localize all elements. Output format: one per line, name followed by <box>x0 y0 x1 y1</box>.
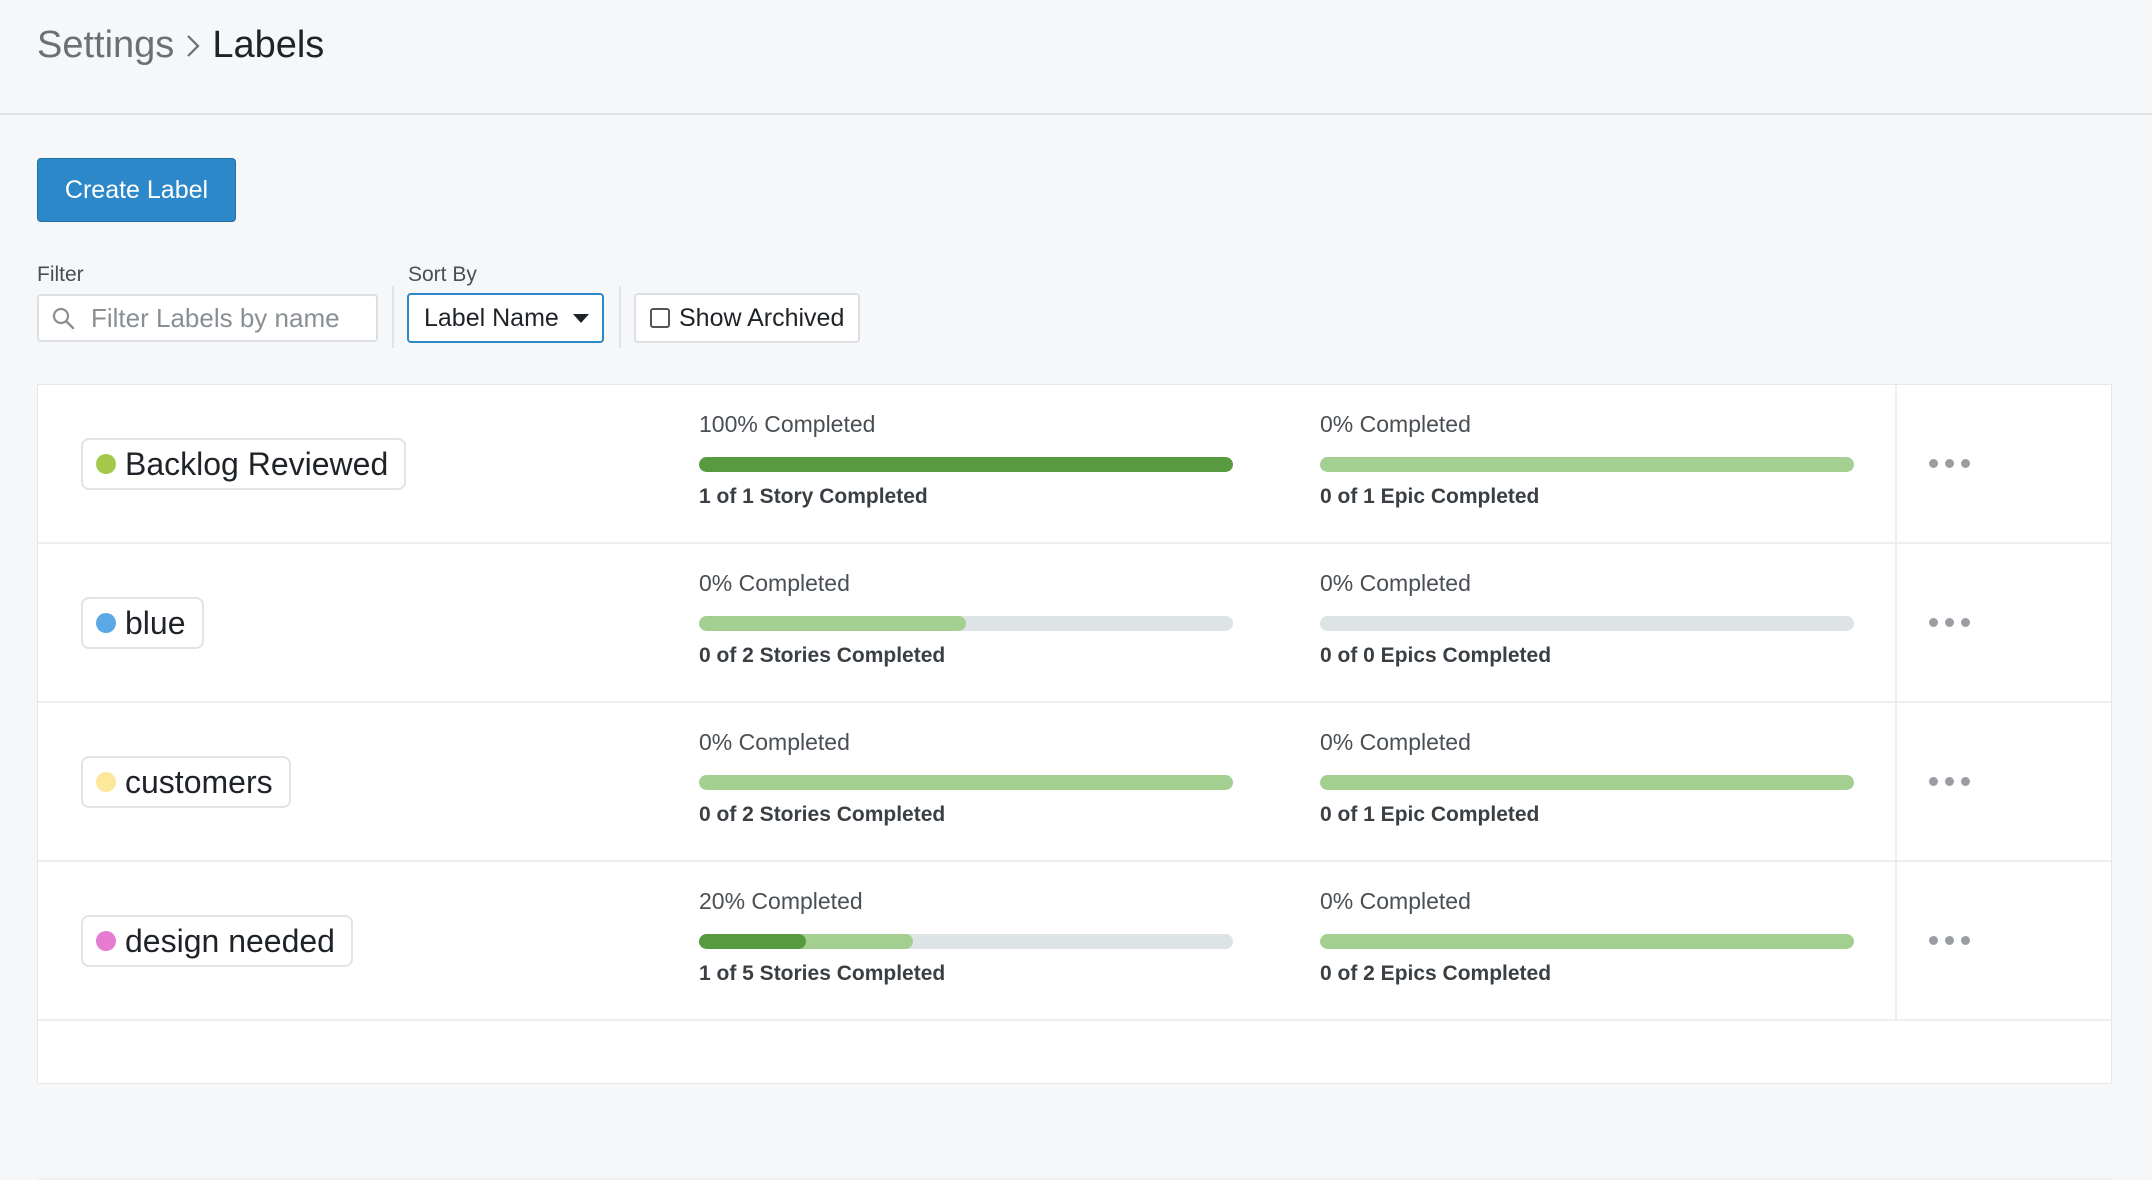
caret-down-icon <box>572 313 589 323</box>
sort-by-select[interactable]: Label Name <box>407 293 604 343</box>
filter-input[interactable] <box>91 302 371 334</box>
epics-percent: 0% Completed <box>1320 411 1471 437</box>
divider <box>619 286 621 348</box>
epics-percent: 0% Completed <box>1320 888 1471 914</box>
stories-percent: 100% Completed <box>699 411 876 437</box>
label-pill[interactable]: Backlog Reviewed <box>81 438 407 490</box>
more-options-icon[interactable] <box>1929 930 1970 951</box>
page-header: Settings Labels <box>0 0 2152 115</box>
epics-progress-bar <box>1320 775 1854 790</box>
label-color-dot <box>96 772 116 792</box>
label-row <box>38 1021 2111 1180</box>
epics-progress-bar <box>1320 457 1854 472</box>
stories-progress-bar <box>699 616 1233 631</box>
more-options-icon[interactable] <box>1929 612 1970 633</box>
label-name: Backlog Reviewed <box>125 445 389 482</box>
label-pill[interactable]: design needed <box>81 915 353 967</box>
label-row: customers 0% Completed 0 of 2 Stories Co… <box>38 703 2111 862</box>
search-icon <box>51 306 75 330</box>
page-title: Labels <box>212 24 325 66</box>
more-options-icon[interactable] <box>1929 453 1970 474</box>
row-actions <box>1895 544 2113 701</box>
divider <box>392 286 394 348</box>
sort-by-label: Sort By <box>408 263 477 286</box>
label-color-dot <box>96 454 116 474</box>
label-row: blue 0% Completed 0 of 2 Stories Complet… <box>38 544 2111 703</box>
epics-progress-bar <box>1320 934 1854 949</box>
stories-progress-bar <box>699 775 1233 790</box>
epics-progress-bar <box>1320 616 1854 631</box>
stories-percent: 0% Completed <box>699 729 850 755</box>
label-row: design needed 20% Completed 1 of 5 Stori… <box>38 862 2111 1021</box>
show-archived-checkbox[interactable] <box>650 308 670 328</box>
label-color-dot <box>96 613 116 633</box>
stories-percent: 20% Completed <box>699 888 863 914</box>
epics-percent: 0% Completed <box>1320 570 1471 596</box>
stories-progress-bar <box>699 457 1233 472</box>
row-actions <box>1895 385 2113 542</box>
show-archived-label: Show Archived <box>679 303 845 332</box>
breadcrumb: Settings Labels <box>37 24 324 67</box>
filter-field[interactable] <box>37 294 378 342</box>
epics-summary: 0 of 1 Epic Completed <box>1320 485 1540 508</box>
epics-summary: 0 of 1 Epic Completed <box>1320 803 1540 826</box>
stories-percent: 0% Completed <box>699 570 850 596</box>
chevron-right-icon <box>186 34 200 58</box>
stories-progress-bar <box>699 934 1233 949</box>
label-pill[interactable]: blue <box>81 597 204 649</box>
epics-percent: 0% Completed <box>1320 729 1471 755</box>
stories-summary: 0 of 2 Stories Completed <box>699 644 946 667</box>
stories-summary: 1 of 5 Stories Completed <box>699 962 946 985</box>
label-name: blue <box>125 604 186 641</box>
labels-list: Backlog Reviewed 100% Completed 1 of 1 S… <box>37 384 2112 1180</box>
filter-label: Filter <box>37 263 84 286</box>
epics-summary: 0 of 0 Epics Completed <box>1320 644 1552 667</box>
label-color-dot <box>96 931 116 951</box>
label-row: Backlog Reviewed 100% Completed 1 of 1 S… <box>38 385 2111 544</box>
more-options-icon[interactable] <box>1929 771 1970 792</box>
label-name: customers <box>125 763 273 800</box>
row-actions <box>1895 703 2113 860</box>
epics-summary: 0 of 2 Epics Completed <box>1320 962 1552 985</box>
stories-summary: 0 of 2 Stories Completed <box>699 803 946 826</box>
sort-by-value: Label Name <box>424 303 559 332</box>
stories-summary: 1 of 1 Story Completed <box>699 485 928 508</box>
row-actions <box>1895 862 2113 1019</box>
breadcrumb-settings-link[interactable]: Settings <box>37 24 174 67</box>
label-name: design needed <box>125 922 335 959</box>
show-archived-toggle[interactable]: Show Archived <box>634 293 860 343</box>
create-label-button[interactable]: Create Label <box>37 158 236 222</box>
label-pill[interactable]: customers <box>81 756 291 808</box>
